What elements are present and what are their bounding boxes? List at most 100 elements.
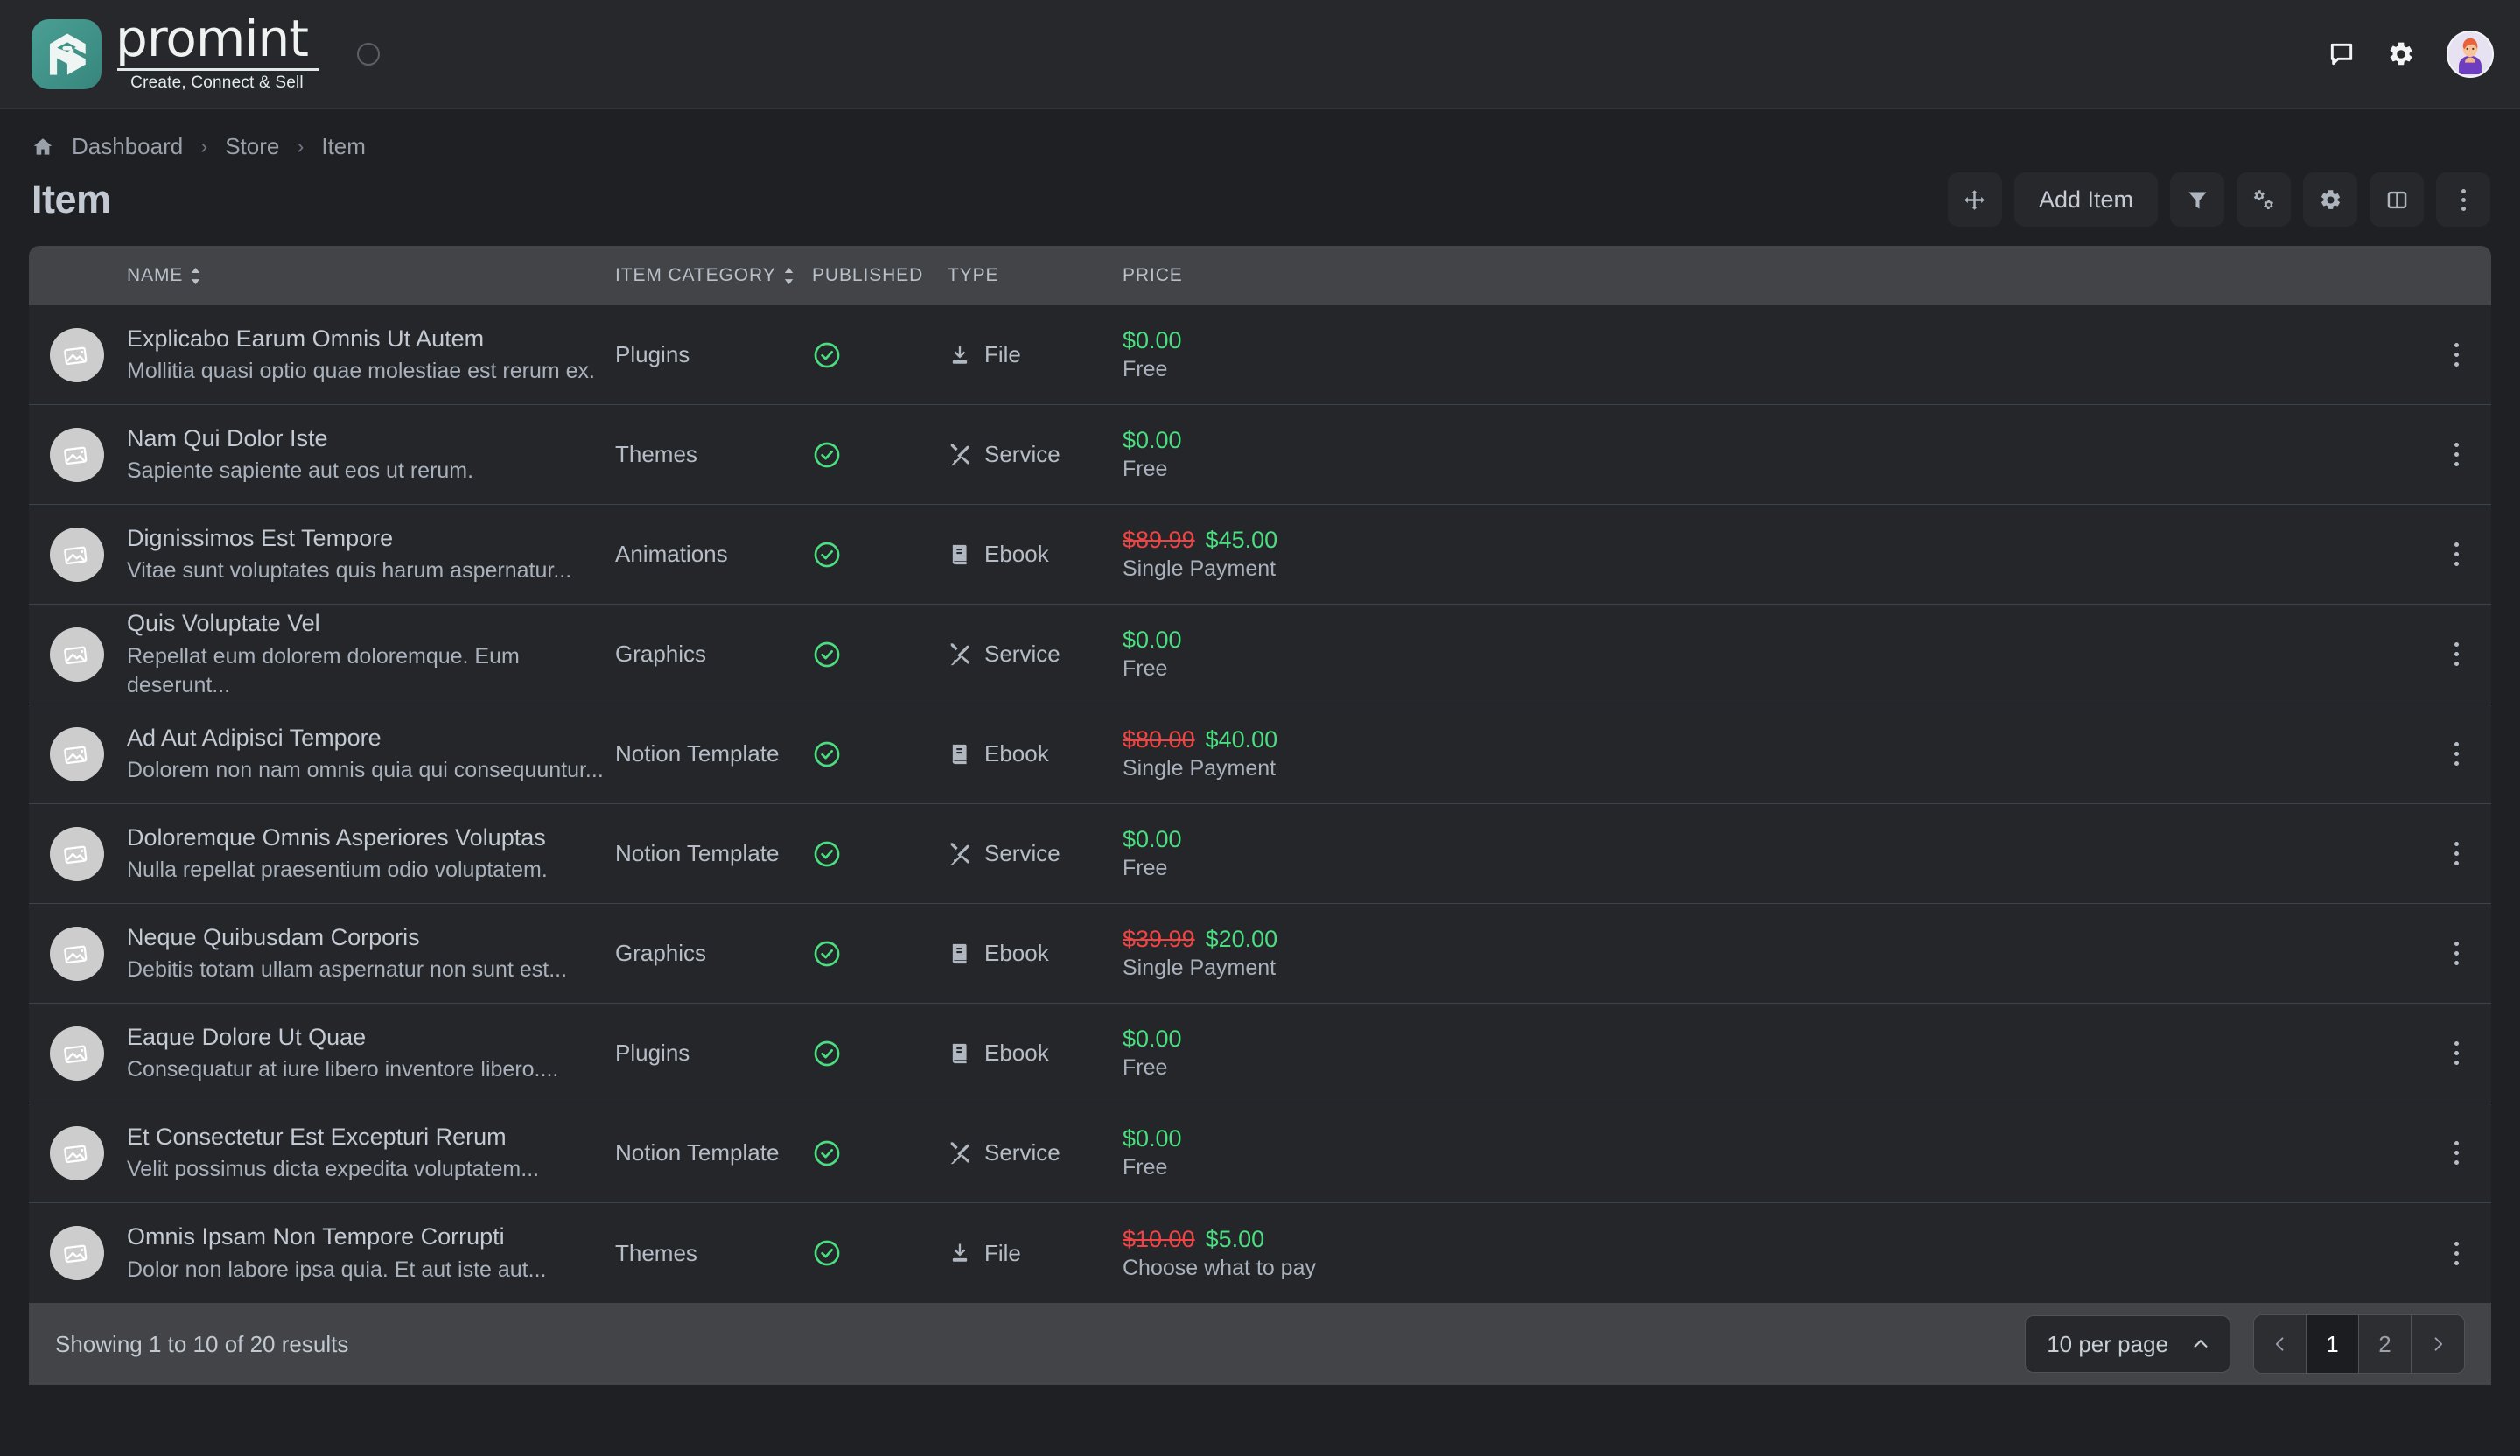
row-thumbnail-cell — [29, 1026, 125, 1081]
column-header-name[interactable]: NAME — [125, 265, 615, 286]
row-price-cell: $0.00 Free — [1123, 327, 2421, 382]
table-row[interactable]: Et Consectetur Est Excepturi Rerum Velit … — [29, 1103, 2491, 1203]
filter-icon[interactable] — [2170, 172, 2224, 227]
per-page-select[interactable]: 10 per page — [2025, 1315, 2230, 1373]
row-name: Dignissimos Est Tempore — [127, 524, 394, 551]
row-price: $20.00 — [1205, 926, 1278, 952]
row-published-cell — [812, 440, 948, 470]
check-circle-icon — [812, 1238, 948, 1268]
add-item-button[interactable]: Add Item — [2013, 172, 2158, 227]
table-footer: Showing 1 to 10 of 20 results 10 per pag… — [29, 1303, 2491, 1385]
row-actions-cell — [2421, 1241, 2491, 1265]
row-description: Velit possimus dicta expedita voluptatem… — [127, 1157, 540, 1182]
chevron-right-icon — [2429, 1335, 2446, 1353]
table-row[interactable]: Dignissimos Est Tempore Vitae sunt volupt… — [29, 505, 2491, 605]
column-header-price: PRICE — [1123, 265, 2421, 286]
page-toolbar: Add Item — [1947, 172, 2490, 227]
row-category-cell: Themes — [615, 441, 812, 468]
row-actions-cell — [2421, 642, 2491, 666]
more-actions-icon[interactable] — [2436, 172, 2490, 227]
check-circle-icon — [812, 1138, 948, 1168]
table-header-row: NAME ITEM CATEGORY PUBLISHED TYPE PRICE — [29, 246, 2491, 305]
row-price-cell: $0.00 Free — [1123, 427, 2421, 482]
row-type-cell: Service — [948, 840, 1123, 867]
image-placeholder-icon — [50, 1026, 104, 1081]
table-row[interactable]: Explicabo Earum Omnis Ut Autem Mollitia q… — [29, 305, 2491, 405]
promint-logo-icon — [32, 18, 102, 89]
row-actions-cell — [2421, 1141, 2491, 1165]
sort-icon[interactable] — [783, 267, 794, 284]
row-category-cell: Notion Template — [615, 740, 812, 767]
row-type: Service — [984, 441, 1060, 467]
table-row[interactable]: Doloremque Omnis Asperiores Voluptas Null… — [29, 804, 2491, 904]
table-row[interactable]: Neque Quibusdam Corporis Debitis totam ul… — [29, 904, 2491, 1004]
row-type-cell: Service — [948, 640, 1123, 668]
table-row[interactable]: Omnis Ipsam Non Tempore Corrupti Dolor no… — [29, 1203, 2491, 1303]
image-placeholder-icon — [50, 826, 104, 881]
tools-icon — [948, 642, 972, 667]
row-price-note: Free — [1123, 1155, 1168, 1180]
pagination-page-1[interactable]: 1 — [2306, 1315, 2359, 1373]
table-row[interactable]: Ad Aut Adipisci Tempore Dolorem non nam o… — [29, 704, 2491, 804]
row-description: Sapiente sapiente aut eos ut rerum. — [127, 458, 474, 484]
breadcrumb: Dashboard › Store › Item — [0, 108, 2520, 160]
row-more-actions-icon[interactable] — [2454, 742, 2459, 766]
row-description: Vitae sunt voluptates quis harum asperna… — [127, 558, 572, 584]
column-header-category[interactable]: ITEM CATEGORY — [615, 265, 812, 286]
row-price-original: $39.99 — [1123, 926, 1195, 952]
image-placeholder-icon — [50, 1226, 104, 1280]
row-thumbnail-cell — [29, 427, 125, 482]
row-type-cell: File — [948, 1240, 1123, 1267]
row-type: Ebook — [984, 1040, 1049, 1066]
avatar[interactable] — [2446, 30, 2494, 78]
sort-icon[interactable] — [190, 267, 201, 284]
row-published-cell — [812, 1238, 948, 1268]
columns-layout-icon[interactable] — [2370, 172, 2424, 227]
settings-gear-icon[interactable] — [2303, 172, 2357, 227]
row-category: Themes — [615, 441, 697, 467]
table-row[interactable]: Quis Voluptate Vel Repellat eum dolorem d… — [29, 605, 2491, 704]
row-more-actions-icon[interactable] — [2454, 1141, 2459, 1165]
table-row[interactable]: Nam Qui Dolor Iste Sapiente sapiente aut … — [29, 405, 2491, 505]
row-more-actions-icon[interactable] — [2454, 542, 2459, 566]
chat-icon[interactable] — [2328, 40, 2356, 68]
top-bar-actions — [2328, 30, 2494, 78]
row-more-actions-icon[interactable] — [2454, 443, 2459, 466]
gear-icon[interactable] — [2387, 40, 2415, 68]
row-more-actions-icon[interactable] — [2454, 942, 2459, 965]
pagination-page-2[interactable]: 2 — [2359, 1315, 2412, 1373]
row-published-cell — [812, 1138, 948, 1168]
column-header-published-label: PUBLISHED — [812, 265, 924, 285]
row-category: Notion Template — [615, 840, 780, 866]
row-thumbnail-cell — [29, 1125, 125, 1180]
breadcrumb-item-item[interactable]: Item — [321, 133, 366, 160]
row-price-note: Free — [1123, 1055, 1168, 1080]
top-bar: promint Create, Connect & Sell — [0, 0, 2520, 108]
row-price-cell: $39.99 $20.00 Single Payment — [1123, 926, 2421, 981]
home-icon[interactable] — [32, 136, 54, 158]
pagination-prev[interactable] — [2254, 1315, 2306, 1373]
row-published-cell — [812, 839, 948, 869]
check-circle-icon — [812, 440, 948, 470]
row-thumbnail-cell — [29, 926, 125, 981]
row-type-cell: Ebook — [948, 940, 1123, 967]
breadcrumb-item-dashboard[interactable]: Dashboard — [72, 133, 183, 160]
brand-logo[interactable]: promint Create, Connect & Sell — [32, 13, 318, 92]
row-description: Debitis totam ullam aspernatur non sunt … — [127, 957, 568, 983]
bulk-settings-icon[interactable] — [2236, 172, 2291, 227]
table-row[interactable]: Eaque Dolore Ut Quae Consequatur at iure … — [29, 1004, 2491, 1103]
pagination-next[interactable] — [2412, 1315, 2464, 1373]
row-more-actions-icon[interactable] — [2454, 642, 2459, 666]
breadcrumb-item-store[interactable]: Store — [225, 133, 279, 160]
reorder-button[interactable] — [1947, 172, 2002, 227]
row-price: $0.00 — [1123, 626, 1182, 653]
row-published-cell — [812, 640, 948, 669]
row-more-actions-icon[interactable] — [2454, 1041, 2459, 1065]
check-circle-icon — [812, 939, 948, 969]
row-category: Graphics — [615, 640, 707, 667]
row-category: Plugins — [615, 1040, 690, 1066]
row-more-actions-icon[interactable] — [2454, 343, 2459, 367]
check-circle-icon — [812, 1039, 948, 1068]
row-more-actions-icon[interactable] — [2454, 1241, 2459, 1265]
row-more-actions-icon[interactable] — [2454, 842, 2459, 865]
